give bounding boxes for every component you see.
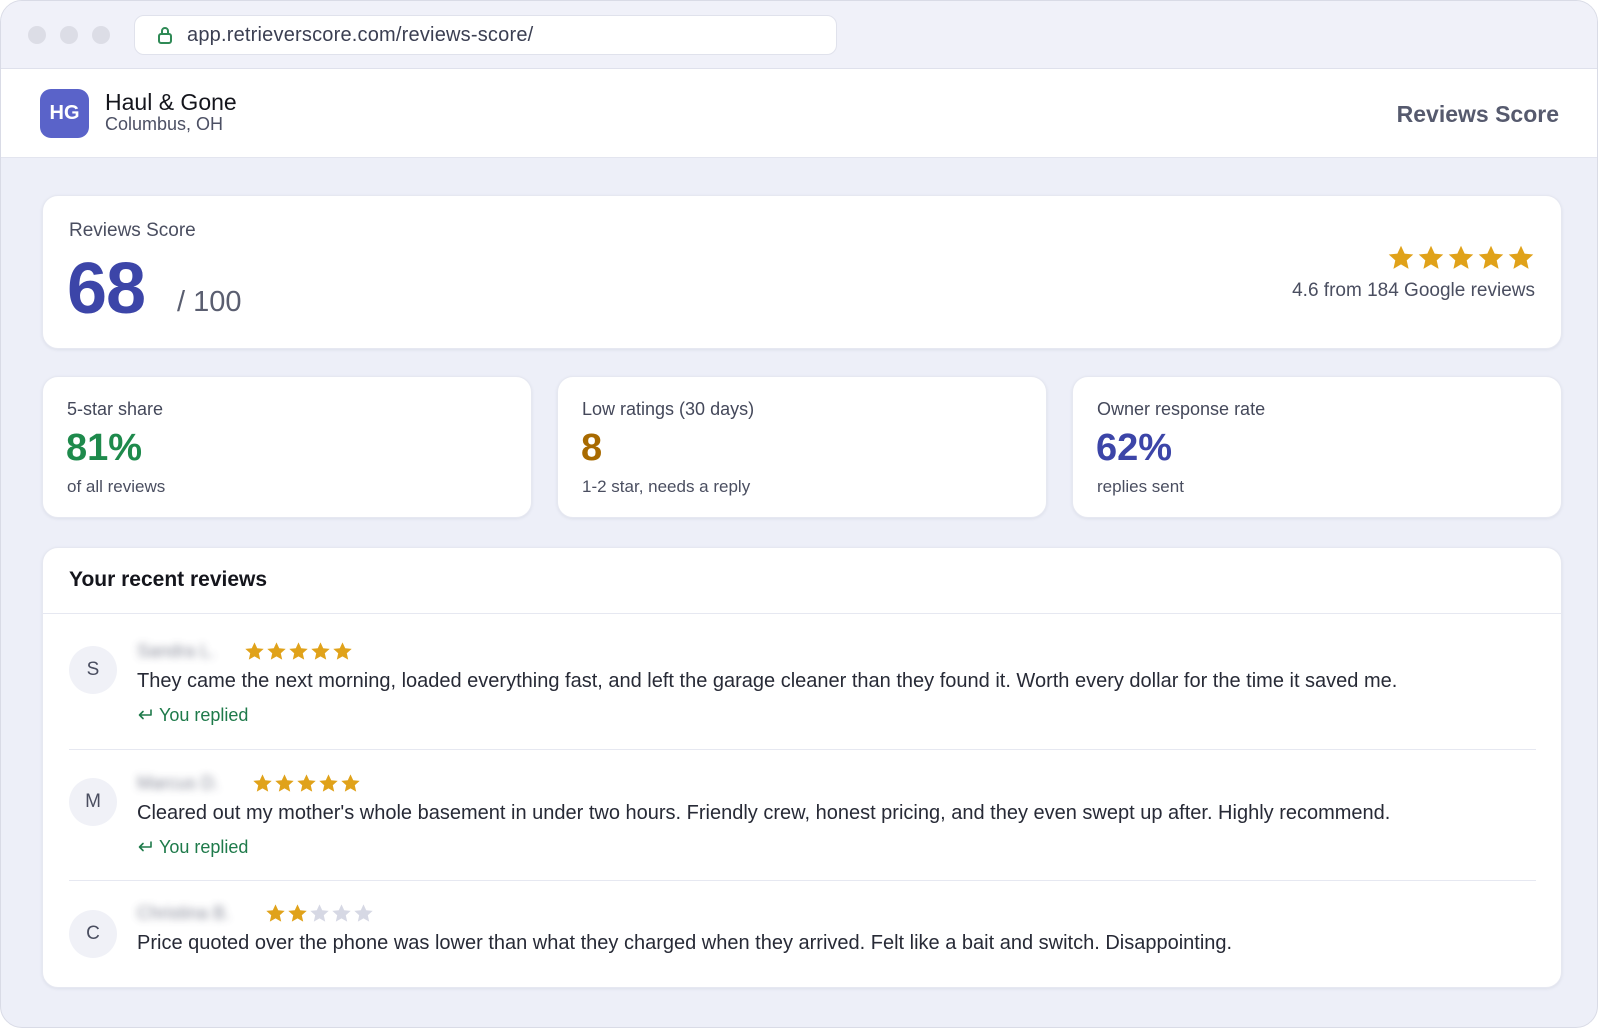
star-filled-icon xyxy=(287,903,308,929)
reply-status[interactable]: You replied xyxy=(137,837,248,858)
stat-label: Low ratings (30 days) xyxy=(582,399,755,419)
star-filled-icon xyxy=(265,903,286,929)
review-item[interactable]: S Sandra L. They came the next morning, … xyxy=(69,614,1536,750)
star-filled-icon xyxy=(288,641,309,667)
star-filled-icon xyxy=(296,773,317,799)
reviews-title: Your recent reviews xyxy=(69,568,268,591)
reply-arrow-icon xyxy=(137,837,153,858)
score-denominator: / 100 xyxy=(177,286,242,318)
google-rating-text: 4.6 from 184 Google reviews xyxy=(1292,280,1535,301)
star-filled-icon xyxy=(266,641,287,667)
avatar: M xyxy=(69,778,117,826)
reply-status-label: You replied xyxy=(159,837,249,857)
address-bar[interactable]: app.retrieverscore.com/reviews-score/ xyxy=(134,15,837,55)
business-logo: HG xyxy=(40,89,89,138)
star-filled-icon xyxy=(1417,244,1445,277)
lock-icon xyxy=(157,26,173,44)
app-header: HG Haul & Gone Columbus, OH Reviews Scor… xyxy=(1,69,1597,158)
score-value: 68 xyxy=(67,249,146,329)
stat-card-low-ratings: Low ratings (30 days) 8 1-2 star, needs … xyxy=(557,376,1047,518)
business-location: Columbus, OH xyxy=(105,114,224,134)
review-text: Cleared out my mother's whole basement i… xyxy=(137,802,1391,824)
reviewer-name: Marcus D. xyxy=(137,773,220,793)
star-filled-icon xyxy=(252,773,273,799)
window-minimize-dot[interactable] xyxy=(60,26,78,44)
star-filled-icon xyxy=(1507,244,1535,277)
reviewer-name: Christina B. xyxy=(137,903,231,923)
stat-sub: of all reviews xyxy=(67,477,166,496)
star-filled-icon xyxy=(332,641,353,667)
reply-status[interactable]: You replied xyxy=(137,705,248,726)
stat-value: 81% xyxy=(66,427,143,469)
window-close-dot[interactable] xyxy=(28,26,46,44)
star-filled-icon xyxy=(340,773,361,799)
review-rating-stars xyxy=(244,641,353,667)
star-empty-icon xyxy=(309,903,330,929)
avatar: S xyxy=(69,646,117,694)
review-item[interactable]: C Christina B. Price quoted over the pho… xyxy=(69,881,1536,989)
stat-value: 62% xyxy=(1096,427,1173,469)
review-text: Price quoted over the phone was lower th… xyxy=(137,932,1233,954)
window-maximize-dot[interactable] xyxy=(92,26,110,44)
reply-arrow-icon xyxy=(137,705,153,726)
url-text: app.retrieverscore.com/reviews-score/ xyxy=(187,23,534,46)
stat-card-response-rate: Owner response rate 62% replies sent xyxy=(1072,376,1562,518)
review-text: They came the next morning, loaded every… xyxy=(137,670,1398,692)
business-name: Haul & Gone xyxy=(105,89,237,115)
star-filled-icon xyxy=(244,641,265,667)
stat-value: 8 xyxy=(581,427,603,469)
star-empty-icon xyxy=(353,903,374,929)
score-card: Reviews Score 68 / 100 4.6 from 184 Goog… xyxy=(42,195,1562,349)
star-filled-icon xyxy=(274,773,295,799)
star-filled-icon xyxy=(310,641,331,667)
browser-window: app.retrieverscore.com/reviews-score/ HG… xyxy=(0,0,1598,1028)
star-filled-icon xyxy=(1387,244,1415,277)
page-title: Reviews Score xyxy=(1396,101,1559,127)
stat-card-five-star-share: 5-star share 81% of all reviews xyxy=(42,376,532,518)
reply-status-label: You replied xyxy=(159,705,249,725)
star-empty-icon xyxy=(331,903,352,929)
avatar: C xyxy=(69,910,117,958)
star-filled-icon xyxy=(318,773,339,799)
stat-label: 5-star share xyxy=(67,399,164,419)
stat-sub: 1-2 star, needs a reply xyxy=(582,477,751,496)
google-rating-stars xyxy=(1387,244,1535,277)
review-item[interactable]: M Marcus D. Cleared out my mother's whol… xyxy=(69,750,1536,881)
review-rating-stars xyxy=(265,903,374,929)
stat-label: Owner response rate xyxy=(1097,399,1266,419)
star-filled-icon xyxy=(1447,244,1475,277)
reviewer-name: Sandra L. xyxy=(137,641,216,661)
score-label: Reviews Score xyxy=(69,220,196,241)
recent-reviews-card: Your recent reviews S Sandra L. They cam… xyxy=(42,547,1562,988)
star-filled-icon xyxy=(1477,244,1505,277)
review-rating-stars xyxy=(252,773,361,799)
browser-chrome: app.retrieverscore.com/reviews-score/ xyxy=(1,1,1597,69)
stat-sub: replies sent xyxy=(1097,477,1184,496)
